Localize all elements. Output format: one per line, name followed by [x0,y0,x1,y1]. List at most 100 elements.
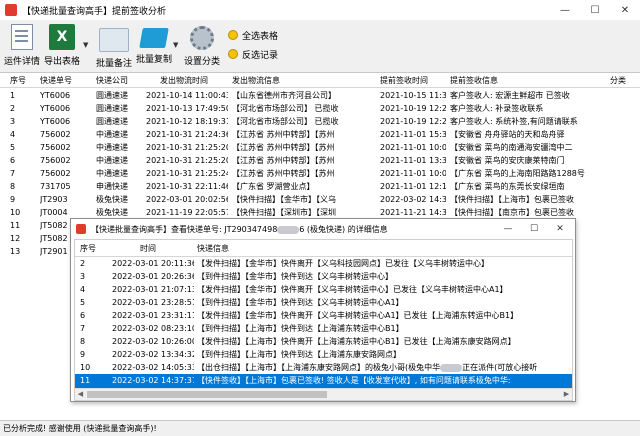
col-header-tracking[interactable]: 快递单号 [40,75,72,86]
table-cell: YT6006 [40,104,71,113]
scrollbar-thumb[interactable] [87,391,327,398]
table-cell: 【山东省德州市齐河县公司】 [232,91,336,100]
bulb-icon [228,49,238,59]
detail-cell: 【快件签收】【上海市】包裹已签收! 签收人是【收发室代收】, 如有问题请联系极兔… [197,376,511,385]
col-header-category[interactable]: 分类 [610,75,626,86]
table-row[interactable]: 8 731705 申通快递 2021-10-31 22:11:46 【广东省 罗湖营业点… [0,180,640,193]
table-cell: 【广东省 罗湖营业点】 [232,182,315,191]
detail-cell: 【发件扫描】【上海市】快件离开【上海浦东转运中心B1】已发往【上海浦东康安路网点… [197,337,516,346]
table-row[interactable]: 1 YT6006 圆通速递 2021-10-14 11:00:43 【山东省德州市齐河县… [0,89,640,102]
table-cell: 2021-10-31 21:24:36 [146,130,228,139]
detail-cell: 6 [80,311,86,320]
col-header-sign-info[interactable]: 提前签收信息 [450,75,498,86]
table-cell: 8 [10,182,16,191]
window-title: 【快递批量查询高手】提前签收分析 [22,7,167,17]
detail-text: 【出仓扫描】【上海市】【上海浦东康安路网点】的极兔小哥(极兔中华 [197,363,441,372]
table-cell: 2021-10-12 18:19:31 [146,117,228,126]
table-cell: 756002 [40,143,71,152]
table-cell: 2021-10-31 22:11:46 [146,182,228,191]
table-row[interactable]: 2 YT6006 圆通速递 2021-10-13 17:49:50 【河北省市场部公司】… [0,102,640,115]
table-cell: 2021-10-31 21:25:20 [146,143,228,152]
detail-cell: 2022-03-02 10:26:00 [112,337,194,346]
table-row[interactable]: 4 756002 中通速递 2021-10-31 21:24:36 【江苏省 苏州中转部… [0,128,640,141]
detail-cell: 2022-03-01 23:31:11 [112,311,194,320]
minimize-button[interactable]: — [550,0,580,20]
table-cell: 2021-10-13 17:49:50 [146,104,228,113]
table-cell: 9 [10,195,16,204]
table-cell: 1 [10,91,16,100]
detail-cell: 2022-03-01 20:11:36 [112,259,194,268]
detail-row[interactable]: 9 2022-03-02 13:34:32 【到件扫描】【上海市】快件到达【上海浦东… [75,348,572,361]
table-cell: 2021-10-19 12:26:32 [380,117,446,126]
table-cell: 2021-11-01 12:11:03 [380,182,446,191]
app-logo-icon [76,224,86,234]
table-cell: 【河北省市场部公司】 已揽收 [232,104,339,113]
detail-col-index[interactable]: 序号 [80,243,96,254]
maximize-button[interactable]: ☐ [580,0,610,20]
settings-category-button[interactable]: 设置分类 [184,24,220,67]
table-row[interactable]: 9 JT2903 极兔快递 2022-03-01 20:02:56 【快件扫描】【金华市… [0,193,640,206]
detail-row[interactable]: 11 2022-03-02 14:37:37 【快件签收】【上海市】包裹已签收! 签… [75,374,572,387]
table-cell: 圆通速递 [96,91,128,100]
close-button[interactable]: ✕ [610,0,640,20]
table-cell: 中通速递 [96,143,128,152]
scroll-right-icon[interactable]: ▶ [561,389,572,400]
detail-cell: 7 [80,324,86,333]
export-dropdown-icon[interactable]: ▼ [83,41,88,49]
table-cell: 圆通速递 [96,117,128,126]
col-header-sign-time[interactable]: 提前签收时间 [380,75,428,86]
detail-cell: 2022-03-02 08:23:10 [112,324,194,333]
batch-copy-button[interactable]: 批量复制 [136,24,172,65]
export-table-button[interactable]: X 导出表格 [44,24,80,67]
col-header-index[interactable]: 序号 [10,75,26,86]
detail-dialog[interactable]: 【快递批量查询高手】查看快递单号: JT290347498 6 (极兔快递) 的详… [70,218,576,402]
col-header-send-time[interactable]: 发出物流时间 [160,75,208,86]
scroll-left-icon[interactable]: ◀ [75,389,86,400]
batch-note-button[interactable]: 批量备注 [96,24,132,69]
table-cell: 【安徽省 舟舟驿站的天和岛舟驿 [450,130,565,139]
col-header-company[interactable]: 快递公司 [96,75,128,86]
status-text: 已分析完成! 感谢使用 (快递批量查询高手)! [3,424,157,433]
copy-dropdown-icon[interactable]: ▼ [173,41,178,49]
run-details-button[interactable]: 运件详情 [4,24,40,67]
detail-cell: 2022-03-01 23:28:51 [112,298,194,307]
select-all-button[interactable]: 全选表格 [228,28,278,42]
detail-row[interactable]: 10 2022-03-02 14:05:33 【出仓扫描】【上海市】【上海浦东康安路… [75,361,572,374]
detail-col-info[interactable]: 快递信息 [197,243,229,254]
table-cell: 【安徽省 菜鸟的南通海安疆湾中二 [450,143,573,152]
table-cell: 10 [10,208,21,217]
table-cell: 2 [10,104,16,113]
table-row[interactable]: 6 756002 中通速递 2021-10-31 21:25:20 【江苏省 苏州中转部… [0,154,640,167]
table-cell: 12 [10,234,21,243]
table-cell: 731705 [40,182,71,191]
detail-row[interactable]: 5 2022-03-01 23:28:51 【到件扫描】【金华市】快件到达【义乌丰树… [75,296,572,309]
table-cell: 中通速递 [96,169,128,178]
detail-row[interactable]: 8 2022-03-02 10:26:00 【发件扫描】【上海市】快件离开【上海浦东… [75,335,572,348]
detail-cell: 【发件扫描】【金华市】快件离开【义乌丰树转运中心A1】已发往【上海浦东转运中心B… [197,311,519,320]
detail-row[interactable]: 2 2022-03-01 20:11:36 【发件扫描】【金华市】快件离开【义乌科技… [75,257,572,270]
detail-col-time[interactable]: 时间 [140,243,156,254]
dialog-minimize-button[interactable]: — [495,219,521,239]
table-row[interactable]: 3 YT6006 圆通速递 2021-10-12 18:19:31 【河北省市场部公司】… [0,115,640,128]
col-header-send-info[interactable]: 发出物流信息 [232,75,280,86]
invert-selection-button[interactable]: 反选记录 [228,47,278,61]
detail-row[interactable]: 6 2022-03-01 23:31:11 【发件扫描】【金华市】快件离开【义乌丰树… [75,309,572,322]
table-row[interactable]: 7 756002 中通速递 2021-10-31 21:25:24 【江苏省 苏州中转部… [0,167,640,180]
horizontal-scrollbar[interactable]: ◀ ▶ [75,388,572,400]
detail-cell: 11 [80,376,91,385]
dialog-maximize-button[interactable]: ☐ [521,219,547,239]
detail-row[interactable]: 7 2022-03-02 08:23:10 【到件扫描】【上海市】快件到达【上海浦东… [75,322,572,335]
app-logo-icon [5,4,17,16]
detail-text: 正在派件(可放心接听 [462,363,538,372]
excel-icon: X [49,24,75,50]
table-cell: 2021-11-01 10:05:38 [380,143,446,152]
table-row[interactable]: 5 756002 中通速递 2021-10-31 21:25:20 【江苏省 苏州中转部… [0,141,640,154]
detail-row[interactable]: 3 2022-03-01 20:26:36 【到件扫描】【金华市】快件到达【义乌丰树… [75,270,572,283]
table-cell: 【安徽省 菜鸟的安庆康莱特南门 [450,156,565,165]
table-cell: 客户签收人: 补录签收联系 [450,104,544,113]
tracking-detail-table[interactable]: 序号 时间 快递信息 2 2022-03-01 20:11:36 【发件扫描】【金华… [74,239,573,401]
table-cell: 2021-11-01 10:09:33 [380,169,446,178]
dialog-close-button[interactable]: ✕ [547,219,573,239]
detail-row[interactable]: 4 2022-03-01 21:07:13 【发件扫描】【金华市】快件离开【义乌丰树… [75,283,572,296]
dialog-window-controls: — ☐ ✕ [495,219,573,239]
